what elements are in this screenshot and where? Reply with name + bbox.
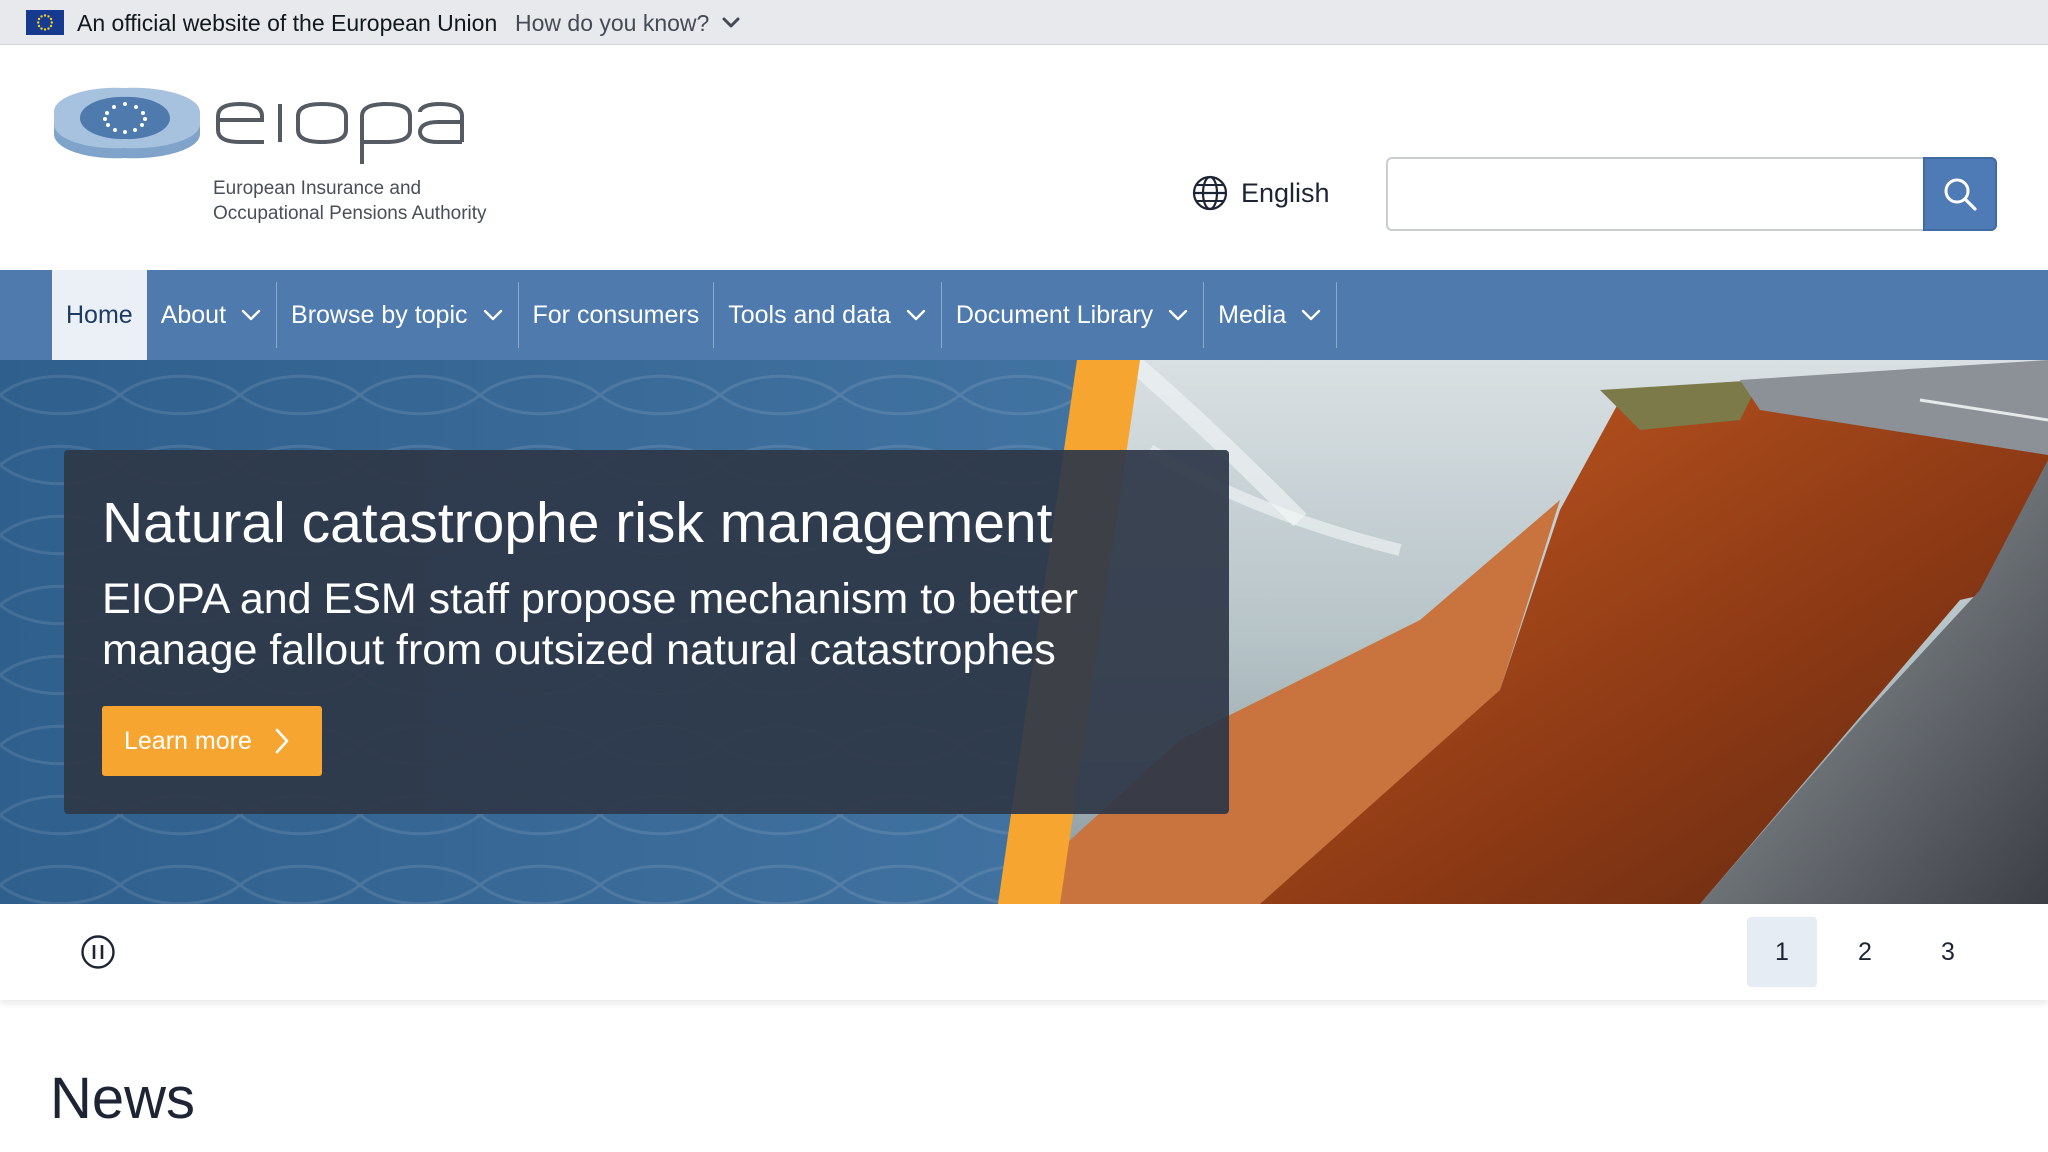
site-header: European Insurance and Occupational Pens… xyxy=(0,46,2048,270)
carousel-pagination: 1 2 3 xyxy=(1747,917,1996,987)
nav-item-label: Document Library xyxy=(955,300,1154,329)
search-input[interactable] xyxy=(1386,157,1926,231)
eu-official-banner: An official website of the European Unio… xyxy=(0,0,2048,45)
nav-item-media[interactable]: Media xyxy=(1204,270,1336,360)
search-form xyxy=(1386,157,1997,231)
chevron-down-icon xyxy=(906,309,926,321)
nav-item-label: Browse by topic xyxy=(291,300,468,329)
nav-item-for-consumers[interactable]: For consumers xyxy=(519,270,714,360)
language-label: English xyxy=(1241,177,1330,208)
logo-subtitle-line1: European Insurance and xyxy=(213,178,422,199)
nav-item-about[interactable]: About xyxy=(147,270,276,360)
chevron-down-icon xyxy=(241,309,261,321)
globe-icon xyxy=(1192,175,1228,211)
nav-item-label: Tools and data xyxy=(728,300,891,329)
chevron-down-icon xyxy=(1168,309,1188,321)
carousel-page-1[interactable]: 1 xyxy=(1747,917,1817,987)
chevron-down-icon xyxy=(483,309,502,321)
nav-item-label: About xyxy=(160,300,227,329)
carousel-page-2[interactable]: 2 xyxy=(1830,917,1900,987)
search-icon xyxy=(1944,178,1977,211)
learn-more-label: Learn more xyxy=(124,726,252,755)
language-selector[interactable]: English xyxy=(1191,174,1330,212)
nav-item-label: Media xyxy=(1218,300,1287,329)
chevron-down-icon xyxy=(722,17,740,28)
carousel-page-3[interactable]: 3 xyxy=(1913,917,1983,987)
eiopa-logo-mark xyxy=(54,87,464,164)
eu-official-text: An official website of the European Unio… xyxy=(77,10,498,36)
pause-button[interactable] xyxy=(80,934,116,970)
logo-subtitle: European Insurance and Occupational Pens… xyxy=(213,176,487,226)
nav-item-browse-by-topic[interactable]: Browse by topic xyxy=(277,270,517,360)
hero-carousel-slide: Natural catastrophe risk management EIOP… xyxy=(0,360,2048,904)
how-do-you-know-toggle[interactable]: How do you know? xyxy=(515,10,741,36)
nav-item-label: For consumers xyxy=(532,300,700,329)
logo-subtitle-line2: Occupational Pensions Authority xyxy=(213,203,487,224)
news-heading: News xyxy=(50,1066,196,1131)
nav-item-home[interactable]: Home xyxy=(52,270,147,360)
nav-item-tools-and-data[interactable]: Tools and data xyxy=(714,270,941,360)
how-do-you-know-label: How do you know? xyxy=(515,10,710,36)
chevron-right-icon xyxy=(275,728,289,754)
learn-more-button[interactable]: Learn more xyxy=(102,706,322,776)
chevron-down-icon xyxy=(1302,309,1321,321)
nav-item-label: Home xyxy=(66,300,133,329)
nav-item-document-library[interactable]: Document Library xyxy=(942,270,1203,360)
hero-card: Natural catastrophe risk management EIOP… xyxy=(64,450,1229,814)
hero-title: Natural catastrophe risk management xyxy=(102,491,1053,555)
pause-icon xyxy=(81,935,115,969)
hero-subtitle: EIOPA and ESM staff propose mechanism to… xyxy=(102,575,1078,674)
main-navigation: Home About Browse by topic For consumers… xyxy=(0,270,2048,360)
search-button[interactable] xyxy=(1923,157,1997,231)
carousel-controls: 1 2 3 xyxy=(0,904,2048,1000)
nav-divider xyxy=(1336,282,1338,348)
eu-flag-icon xyxy=(26,10,64,35)
